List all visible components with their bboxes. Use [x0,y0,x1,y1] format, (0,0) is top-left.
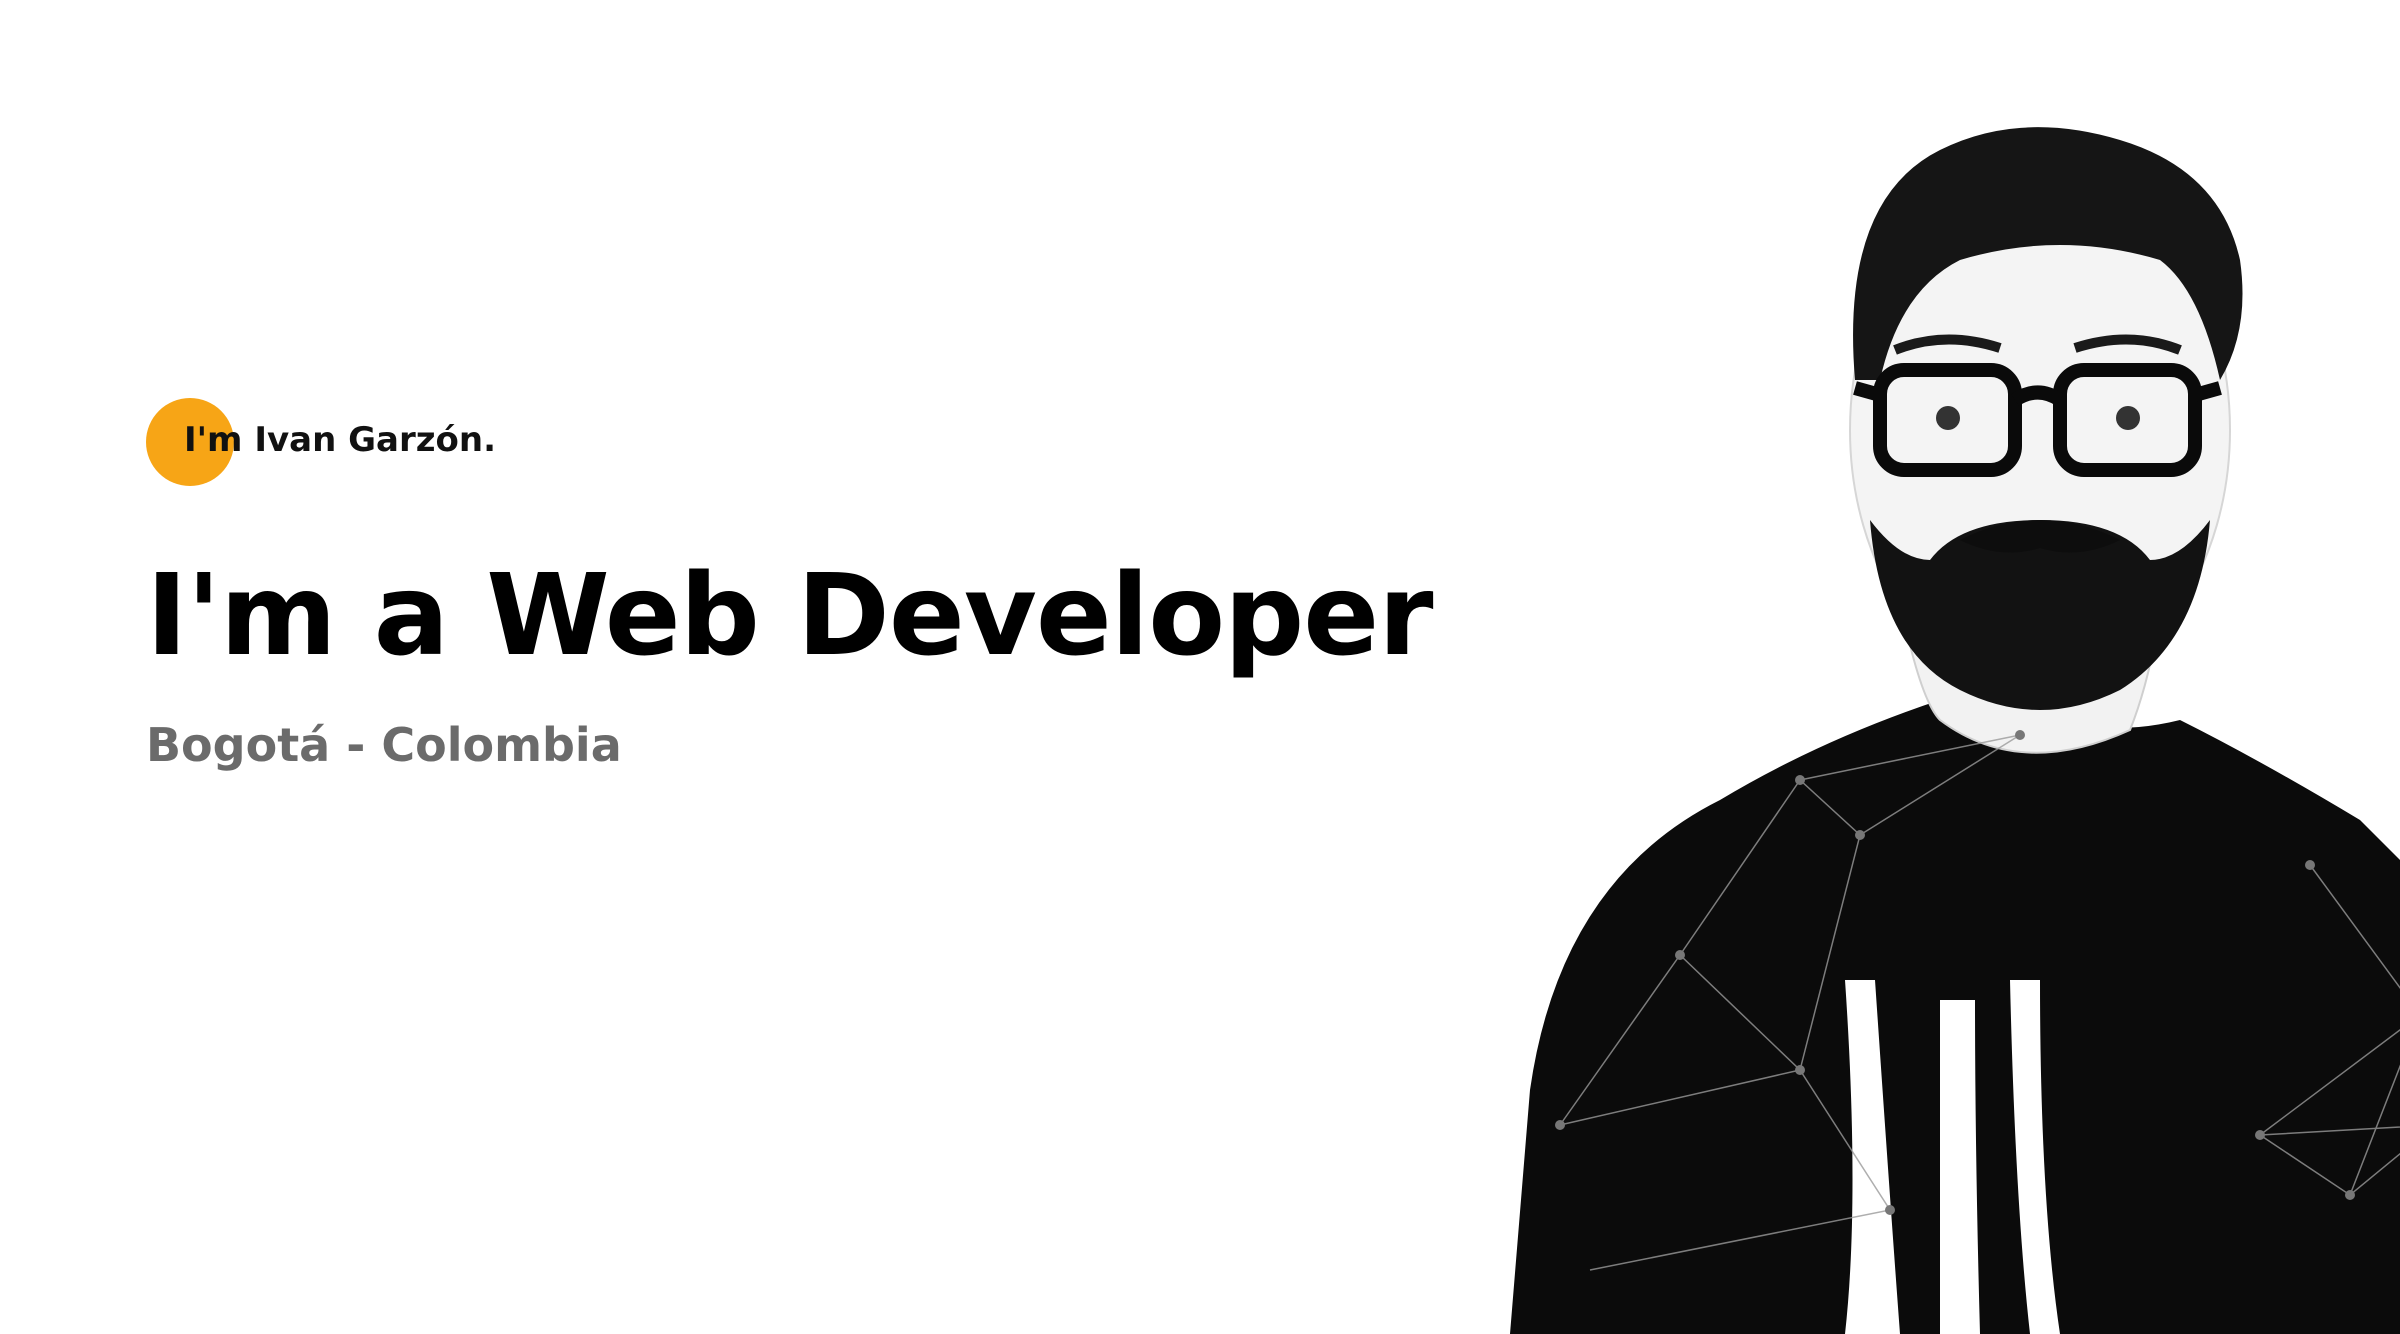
intro-text: I'm Ivan Garzón. [184,420,497,460]
hero-page: I'm Ivan Garzón. I'm a Web Developer Bog… [0,0,2400,1334]
portrait-photo [1510,127,2400,1334]
shirt-logo-icon [1845,980,2060,1334]
